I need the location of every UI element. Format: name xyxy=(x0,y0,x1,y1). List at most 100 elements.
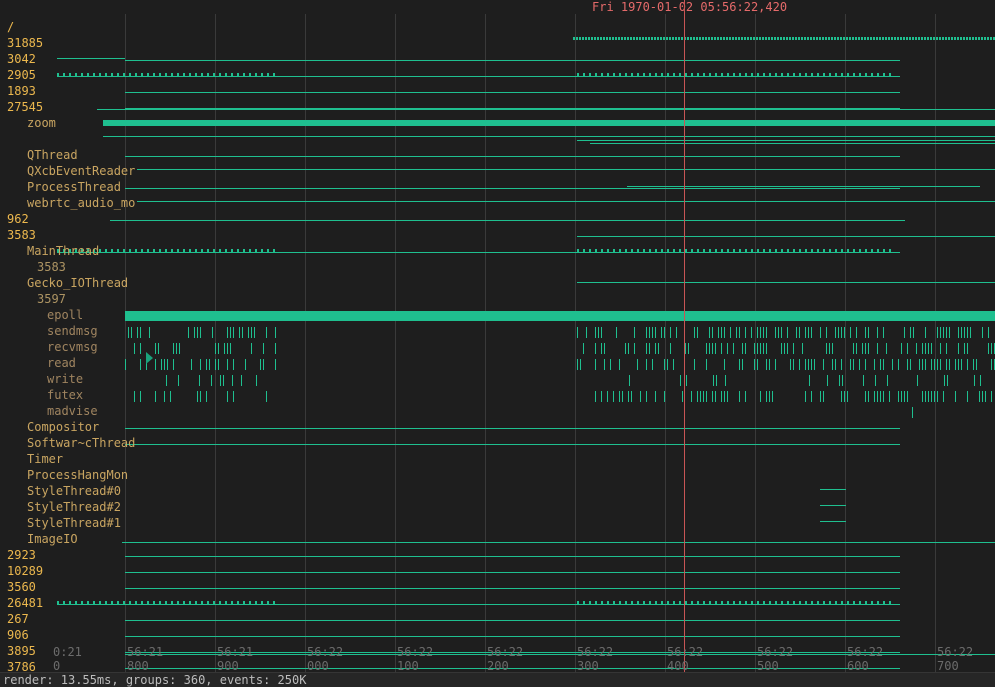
tree-row-label[interactable]: ImageIO xyxy=(27,531,78,547)
event-dot xyxy=(696,37,698,40)
tree-row-label[interactable]: webrtc_audio_mo xyxy=(27,195,135,211)
syscall-bar xyxy=(955,359,956,370)
tree-row-label[interactable]: madvise xyxy=(47,403,98,419)
syscall-bar xyxy=(808,327,809,338)
gridline xyxy=(485,14,486,673)
event-dot xyxy=(649,601,651,604)
event-dot xyxy=(153,601,155,604)
event-dot xyxy=(669,37,671,40)
syscall-bar xyxy=(601,327,602,338)
syscall-bar xyxy=(928,343,929,354)
event-dot xyxy=(594,37,596,40)
event-dot xyxy=(762,37,764,40)
tree-row-label[interactable]: recvmsg xyxy=(47,339,98,355)
syscall-bar xyxy=(724,359,725,370)
tree-row-label[interactable]: 3597 xyxy=(37,291,66,307)
event-dot xyxy=(897,37,899,40)
syscall-bar xyxy=(263,359,264,370)
tree-row-label[interactable]: ProcessHangMon xyxy=(27,467,128,483)
syscall-bar xyxy=(964,327,965,338)
event-dot xyxy=(141,73,143,76)
syscall-bar xyxy=(709,343,710,354)
tree-row-label[interactable]: 906 xyxy=(7,627,29,643)
event-dot xyxy=(708,37,710,40)
syscall-bar xyxy=(721,391,722,402)
event-dot xyxy=(583,73,585,76)
tree-row-label[interactable]: futex xyxy=(47,387,83,403)
tree-row-label[interactable]: 26481 xyxy=(7,595,43,611)
tree-row-label[interactable]: StyleThread#2 xyxy=(27,499,121,515)
tree-row-label[interactable]: MainThread xyxy=(27,243,99,259)
tree-row-label[interactable]: Compositor xyxy=(27,419,99,435)
tree-row-label[interactable]: 2905 xyxy=(7,67,36,83)
syscall-bar xyxy=(697,391,698,402)
tree-row-label[interactable]: 267 xyxy=(7,611,29,627)
event-dot xyxy=(831,37,833,40)
tree-row-label[interactable]: 1893 xyxy=(7,83,36,99)
tree-row-label[interactable]: QThread xyxy=(27,147,78,163)
syscall-bar xyxy=(706,391,707,402)
syscall-bar xyxy=(931,391,932,402)
tree-row-label[interactable]: ProcessThread xyxy=(27,179,121,195)
syscall-bar xyxy=(982,327,983,338)
tree-row-label[interactable]: 3560 xyxy=(7,579,36,595)
event-dot xyxy=(757,249,759,252)
tree-row-label[interactable]: / xyxy=(7,19,14,35)
syscall-bar xyxy=(766,391,767,402)
event-dot xyxy=(817,249,819,252)
event-dot xyxy=(615,37,617,40)
trace-viewer[interactable]: Fri 1970-01-02 05:56:22,420 /31885 3042 29… xyxy=(0,0,995,687)
event-dot xyxy=(751,601,753,604)
tree-row-label[interactable]: 3042 xyxy=(7,51,36,67)
time-cursor[interactable] xyxy=(684,0,685,687)
tree-row-label[interactable]: zoom xyxy=(27,115,56,131)
event-dot xyxy=(763,249,765,252)
syscall-bar xyxy=(595,391,596,402)
event-dot xyxy=(709,249,711,252)
tree-row-label[interactable]: sendmsg xyxy=(47,323,98,339)
syscall-bar xyxy=(178,375,179,386)
tree-row-label[interactable]: Softwar~cThread xyxy=(27,435,135,451)
tree-row-label[interactable]: StyleThread#0 xyxy=(27,483,121,499)
syscall-bar xyxy=(629,375,630,386)
track-span xyxy=(577,282,995,283)
syscall-bar xyxy=(724,391,725,402)
tree-row-label[interactable]: 2923 xyxy=(7,547,36,563)
tree-row-label[interactable]: 31885 xyxy=(7,35,43,51)
event-dot xyxy=(852,37,854,40)
syscall-bar xyxy=(170,391,171,402)
event-dot xyxy=(853,73,855,76)
tree-row-label[interactable]: 3583 xyxy=(37,259,66,275)
syscall-bar xyxy=(928,391,929,402)
syscall-bar xyxy=(604,359,605,370)
syscall-bar xyxy=(793,359,794,370)
tree-row-label[interactable]: QXcbEventReader xyxy=(27,163,135,179)
time-tick: 56:22 700 xyxy=(937,645,973,673)
tree-row-label[interactable]: 962 xyxy=(7,211,29,227)
event-dot xyxy=(237,73,239,76)
event-dot xyxy=(855,37,857,40)
syscall-bar xyxy=(775,327,776,338)
tree-row-label[interactable]: 27545 xyxy=(7,99,43,115)
tree-row-label[interactable]: epoll xyxy=(47,307,83,323)
tree-row-label[interactable]: write xyxy=(47,371,83,387)
tree-row-label[interactable]: 3895 xyxy=(7,643,36,659)
event-dot xyxy=(105,601,107,604)
tree-row-label[interactable]: Gecko_IOThread xyxy=(27,275,128,291)
event-dot xyxy=(714,37,716,40)
syscall-bar xyxy=(604,343,605,354)
event-dot xyxy=(105,73,107,76)
syscall-bar xyxy=(646,343,647,354)
tree-row-label[interactable]: StyleThread#1 xyxy=(27,515,121,531)
tree-row-label[interactable]: 3583 xyxy=(7,227,36,243)
syscall-bar xyxy=(937,391,938,402)
syscall-bar xyxy=(940,343,941,354)
event-dot xyxy=(183,601,185,604)
event-dot xyxy=(243,601,245,604)
tree-row-label[interactable]: Timer xyxy=(27,451,63,467)
event-dot xyxy=(129,249,131,252)
event-dot xyxy=(981,37,983,40)
tree-row-label[interactable]: read xyxy=(47,355,76,371)
tree-row-label[interactable]: 10289 xyxy=(7,563,43,579)
event-dot xyxy=(799,601,801,604)
